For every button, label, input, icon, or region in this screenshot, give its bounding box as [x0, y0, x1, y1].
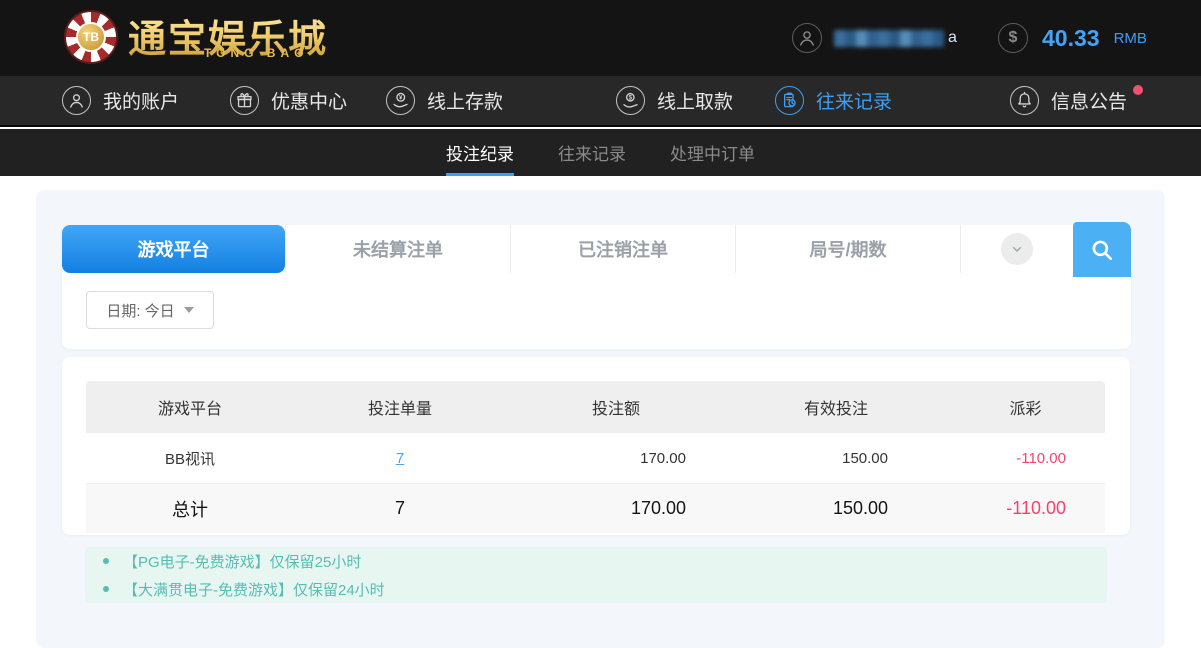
date-filter-label: 日期: 今日: [106, 302, 175, 320]
col-header-valid-bet: 有效投注: [803, 401, 868, 418]
svg-text:¥: ¥: [399, 94, 403, 101]
triangle-down-icon: [183, 307, 194, 313]
nav-item-withdraw[interactable]: $ 线上取款: [616, 76, 733, 125]
subnav-tab-bet-records[interactable]: 投注纪录: [446, 129, 514, 176]
top-header: TB 通宝娱乐城 TONG BAO a $ 40.33 RMB: [0, 0, 1201, 76]
brand-name-en: TONG BAO: [204, 46, 309, 60]
deposit-coin-hand-icon: ¥: [386, 86, 415, 115]
col-header-payout: 派彩: [1009, 401, 1042, 418]
col-header-bet-count: 投注单量: [367, 401, 432, 418]
notice-panel: 【PG电子-免费游戏】仅保留25小时 【大满贯电子-免费游戏】仅保留24小时: [85, 547, 1107, 603]
total-label: 总计: [172, 499, 208, 520]
dropdown-toggle[interactable]: [960, 225, 1073, 273]
nav-label: 线上取款: [657, 92, 734, 113]
records-clipboard-icon: [775, 86, 804, 115]
date-filter-dropdown[interactable]: 日期: 今日: [86, 291, 214, 329]
svg-text:$: $: [629, 94, 633, 101]
gift-icon: [230, 86, 259, 115]
results-table: 游戏平台 投注单量 投注额 有效投注 派彩 BB视讯 7 170.00 150.…: [86, 381, 1105, 533]
total-valid-bet: 150.00: [832, 498, 888, 518]
table-total-row: 总计 7 170.00 150.00 -110.00: [86, 483, 1105, 533]
notice-text: 【大满贯电子-免费游戏】仅保留24小时: [123, 581, 385, 599]
bullet-dot-icon: [103, 558, 109, 564]
user-icon: [62, 86, 91, 115]
cell-bet-amount: 170.00: [640, 449, 686, 467]
username-censored: [834, 29, 944, 47]
brand-chip-text: TB: [76, 22, 106, 52]
table-row: BB视讯 7 170.00 150.00 -110.00: [86, 433, 1105, 483]
cell-valid-bet: 150.00: [842, 449, 888, 467]
col-header-platform: 游戏平台: [157, 401, 222, 418]
total-bet-count: 7: [394, 498, 405, 518]
col-header-bet-amount: 投注额: [591, 401, 640, 418]
page: TB 通宝娱乐城 TONG BAO a $ 40.33 RMB 我的账户 优惠中…: [0, 0, 1201, 648]
nav-label: 往来记录: [816, 92, 893, 113]
tab-round-number[interactable]: 局号/期数: [735, 225, 960, 273]
bell-icon: [1010, 86, 1039, 115]
subnav-tab-transactions[interactable]: 往来记录: [558, 129, 626, 176]
nav-item-deposit[interactable]: ¥ 线上存款: [386, 76, 503, 125]
sub-nav: 投注纪录 往来记录 处理中订单: [0, 129, 1201, 176]
account-info[interactable]: a: [792, 0, 957, 76]
search-button[interactable]: [1073, 222, 1131, 277]
notification-dot: [1133, 85, 1144, 95]
results-table-card: 游戏平台 投注单量 投注额 有效投注 派彩 BB视讯 7 170.00 150.…: [62, 357, 1130, 535]
nav-label: 优惠中心: [271, 92, 348, 113]
balance-area[interactable]: $ 40.33 RMB: [998, 0, 1147, 76]
bullet-dot-icon: [103, 586, 109, 592]
notice-line: 【PG电子-免费游戏】仅保留25小时: [85, 551, 1107, 572]
search-icon: [1092, 240, 1112, 260]
balance-amount: 40.33: [1042, 24, 1100, 51]
cell-payout: -110.00: [1016, 449, 1066, 467]
table-header-row: 游戏平台 投注单量 投注额 有效投注 派彩: [86, 381, 1105, 433]
nav-label: 我的账户: [103, 92, 180, 113]
cell-bet-count: 7: [294, 433, 506, 483]
nav-item-records[interactable]: 往来记录: [775, 76, 892, 125]
tab-game-platform[interactable]: 游戏平台: [62, 225, 285, 273]
cell-platform: BB视讯: [164, 450, 215, 468]
main-nav: 我的账户 优惠中心 ¥ 线上存款 $ 线上取款 往来记录 信息公告: [0, 76, 1201, 127]
total-bet-amount: 170.00: [630, 498, 686, 518]
username-suffix: a: [948, 29, 957, 46]
brand-chip-logo: TB: [64, 10, 118, 64]
nav-item-announcements[interactable]: 信息公告: [1010, 76, 1144, 125]
filter-tabs-card: 游戏平台 未结算注单 已注销注单 局号/期数: [62, 222, 1131, 349]
total-payout: -110.00: [1006, 498, 1066, 518]
tab-unsettled-bets[interactable]: 未结算注单: [285, 225, 510, 273]
notice-line: 【大满贯电子-免费游戏】仅保留24小时: [85, 579, 1107, 600]
chevron-down-icon: [1001, 233, 1033, 265]
nav-label: 信息公告: [1051, 92, 1128, 113]
nav-item-my-account[interactable]: 我的账户: [62, 76, 179, 125]
dollar-coin-icon: $: [998, 23, 1028, 53]
balance-currency: RMB: [1113, 29, 1147, 47]
nav-label: 线上存款: [427, 92, 504, 113]
nav-item-promotions[interactable]: 优惠中心: [230, 76, 347, 125]
bet-count-link[interactable]: 7: [396, 450, 404, 467]
withdraw-coin-hand-icon: $: [616, 86, 645, 115]
notice-text: 【PG电子-免费游戏】仅保留25小时: [123, 553, 362, 571]
tab-cancelled-bets[interactable]: 已注销注单: [510, 225, 735, 273]
user-avatar-icon: [792, 23, 822, 53]
subnav-tab-processing-orders[interactable]: 处理中订单: [670, 129, 755, 176]
